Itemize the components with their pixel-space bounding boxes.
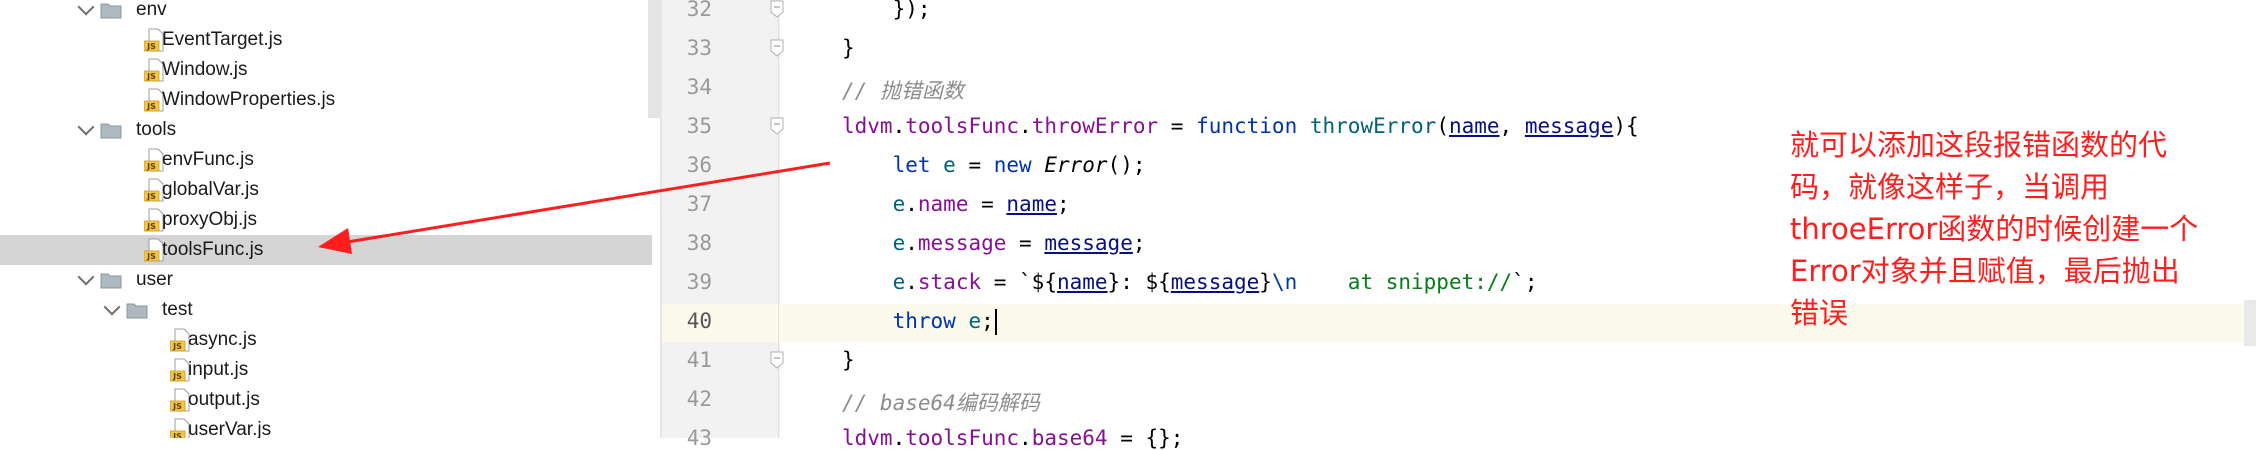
annotation-line: 码，就像这样子，当调用	[1790, 170, 2110, 204]
annotation-line: 就可以添加这段报错函数的代	[1790, 128, 2168, 162]
annotation-text: 就可以添加这段报错函数的代 码，就像这样子，当调用 throeError函数的时…	[1790, 124, 2250, 334]
annotation-line: throeError函数的时候创建一个	[1790, 212, 2199, 246]
annotation-line: 错误	[1790, 296, 1849, 330]
annotation-line: Error对象并且赋值，最后抛出	[1790, 254, 2180, 288]
